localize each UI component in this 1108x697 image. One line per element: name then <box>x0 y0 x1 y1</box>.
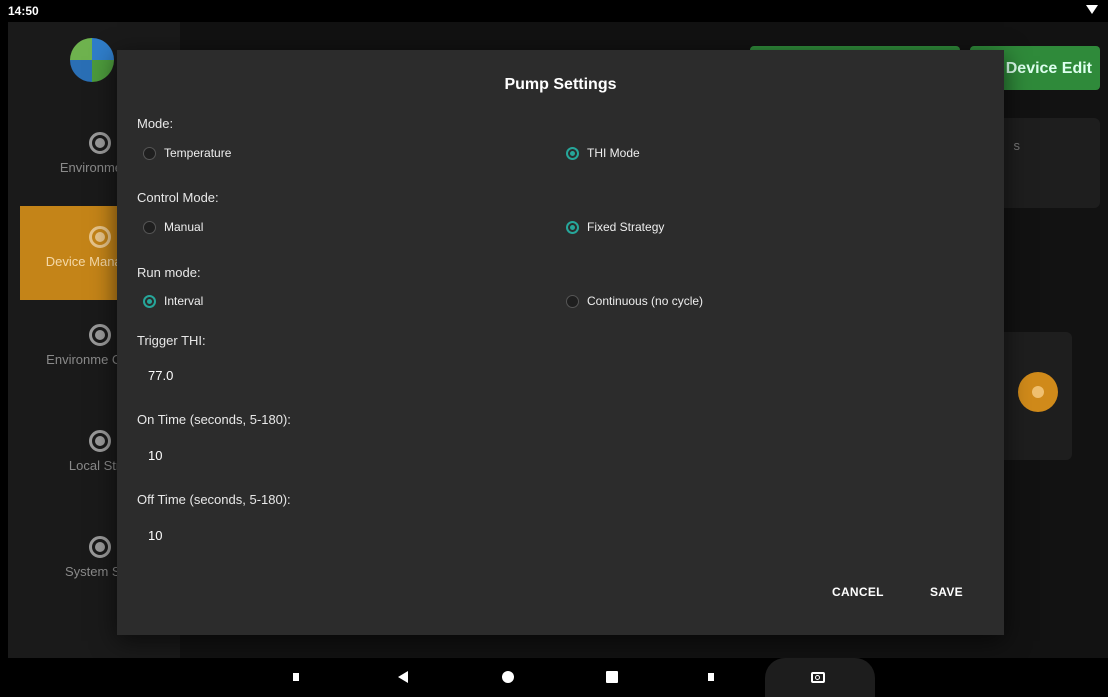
radio-temperature[interactable]: Temperature <box>143 146 231 160</box>
radio-circle-icon <box>89 226 111 248</box>
radio-interval[interactable]: Interval <box>143 294 203 308</box>
radio-label: Manual <box>164 220 204 234</box>
run-mode-label: Run mode: <box>137 265 201 280</box>
recents-icon[interactable] <box>606 671 618 683</box>
radio-manual[interactable]: Manual <box>143 220 203 234</box>
radio-label: Fixed Strategy <box>587 220 665 234</box>
pump-settings-dialog: Pump Settings Mode: Temperature THI Mode… <box>117 50 1004 635</box>
on-time-input[interactable]: 10 <box>148 448 162 463</box>
radio-circle-icon <box>89 430 111 452</box>
control-mode-label: Control Mode: <box>137 190 219 205</box>
radio-thi-mode[interactable]: THI Mode <box>566 146 640 160</box>
radio-label: THI Mode <box>587 146 640 160</box>
back-icon[interactable] <box>398 671 408 683</box>
camera-icon[interactable] <box>811 672 825 683</box>
background-card-text: s <box>1013 138 1021 153</box>
status-time: 14:50 <box>8 4 39 18</box>
save-button[interactable]: SAVE <box>930 585 963 599</box>
mode-label: Mode: <box>137 116 174 131</box>
radio-continuous[interactable]: Continuous (no cycle) <box>566 294 703 308</box>
radio-label: Temperature <box>164 146 232 160</box>
radio-button-icon <box>566 294 579 308</box>
cancel-button[interactable]: CANCEL <box>832 585 884 599</box>
radio-button-selected-icon <box>566 146 579 160</box>
radio-circle-icon <box>89 536 111 558</box>
radio-fixed-strategy[interactable]: Fixed Strategy <box>566 220 664 234</box>
wifi-icon <box>1086 5 1098 14</box>
radio-button-selected-icon <box>566 220 579 234</box>
trigger-thi-input[interactable]: 77.0 <box>148 368 173 383</box>
radio-button-icon <box>143 220 156 234</box>
gear-icon[interactable] <box>1018 372 1058 412</box>
app-logo <box>70 38 114 82</box>
radio-button-selected-icon <box>143 294 156 308</box>
radio-circle-icon <box>89 324 111 346</box>
off-time-input[interactable]: 10 <box>148 528 162 543</box>
radio-label: Continuous (no cycle) <box>587 294 704 308</box>
lightbulb-icon <box>89 132 111 154</box>
on-time-label: On Time (seconds, 5-180): <box>137 412 291 427</box>
off-time-label: Off Time (seconds, 5-180): <box>137 492 291 507</box>
volume-down-icon[interactable] <box>293 673 299 681</box>
system-navigation-bar <box>0 658 1108 697</box>
trigger-thi-label: Trigger THI: <box>137 333 206 348</box>
status-bar: 14:50 <box>0 0 1108 22</box>
radio-button-icon <box>143 146 156 160</box>
home-icon[interactable] <box>502 671 514 683</box>
volume-up-icon[interactable] <box>708 673 714 681</box>
radio-label: Interval <box>164 294 204 308</box>
dialog-title: Pump Settings <box>504 76 617 93</box>
